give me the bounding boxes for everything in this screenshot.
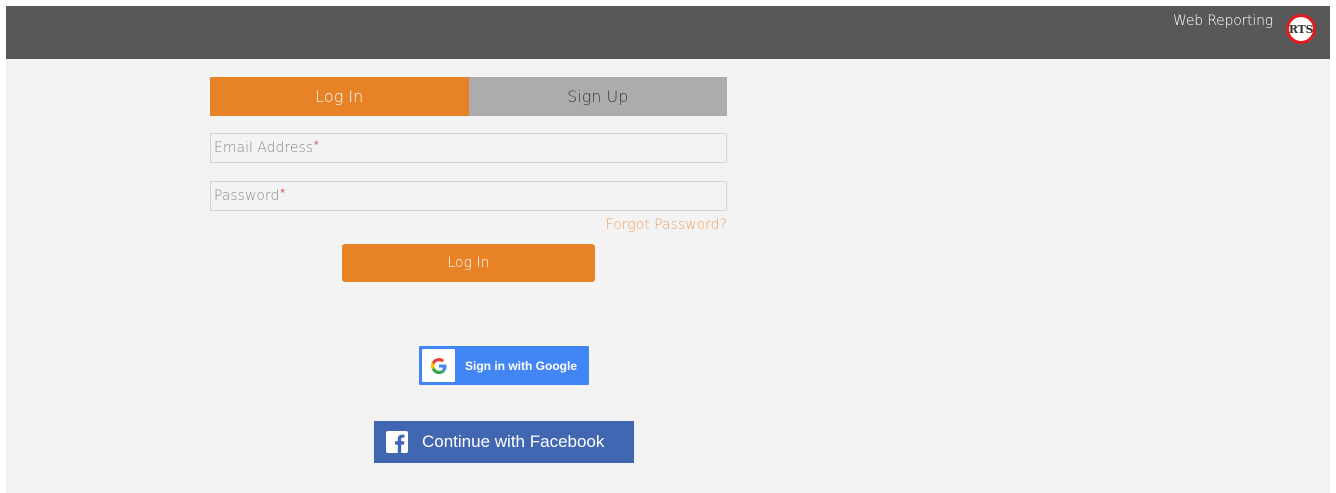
google-icon	[422, 349, 455, 382]
log-in-button[interactable]: Log In	[342, 244, 595, 282]
facebook-label: Continue with Facebook	[422, 432, 605, 451]
page-frame: Web Reporting RTS Log In Sign Up Email A…	[6, 6, 1330, 493]
google-label: Sign in with Google	[465, 358, 577, 373]
facebook-continue-button[interactable]: Continue with Facebook	[374, 421, 634, 463]
forgot-password-link[interactable]: Forgot Password?	[606, 217, 727, 233]
logo-text: RTS	[1288, 22, 1314, 36]
required-marker: *	[280, 186, 286, 200]
rts-logo[interactable]: RTS	[1286, 14, 1316, 44]
brand-text: Web Reporting	[1173, 13, 1273, 29]
top-bar: Web Reporting RTS	[6, 6, 1330, 59]
password-field[interactable]: Password *	[210, 181, 727, 211]
required-marker: *	[314, 138, 319, 152]
email-placeholder: Email Address	[214, 140, 314, 156]
tab-log-in[interactable]: Log In	[210, 77, 469, 116]
google-sign-in-button[interactable]: Sign in with Google	[419, 346, 589, 385]
auth-tabs: Log In Sign Up	[210, 77, 727, 116]
password-placeholder: Password	[214, 188, 280, 204]
email-field[interactable]: Email Address *	[210, 133, 727, 163]
tab-sign-up[interactable]: Sign Up	[468, 77, 727, 116]
facebook-icon	[386, 431, 408, 453]
